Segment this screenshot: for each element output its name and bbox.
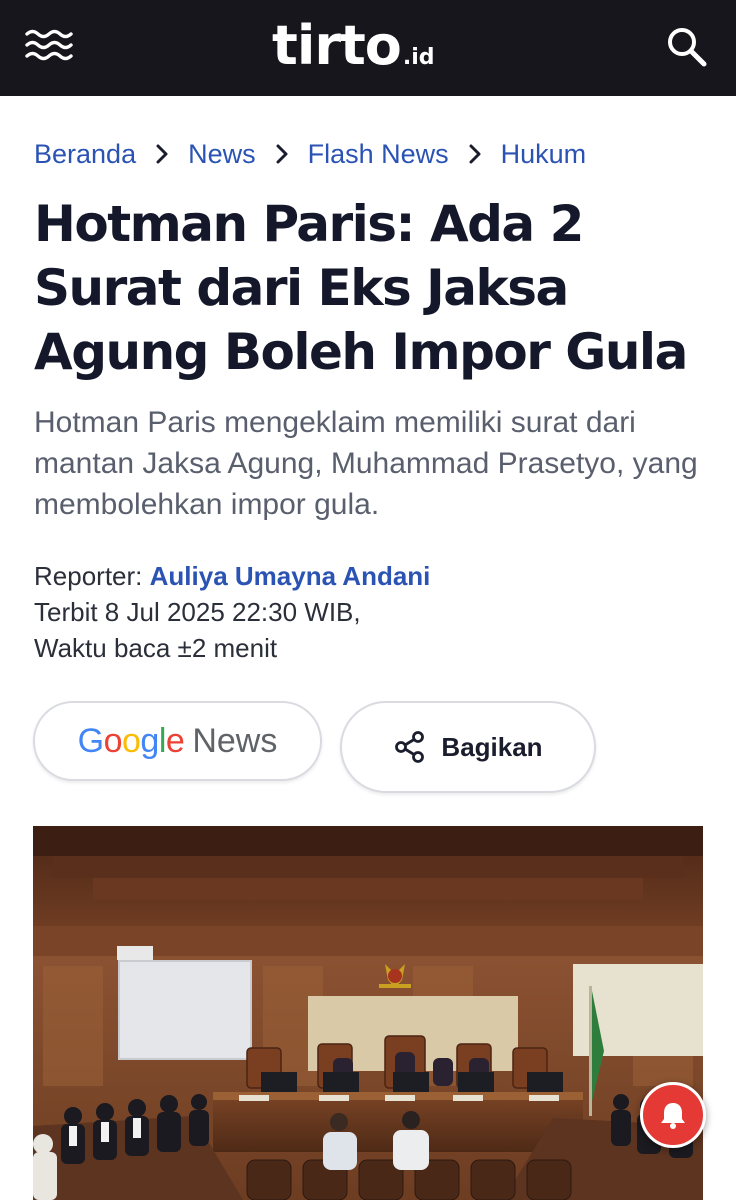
breadcrumb-flash-news[interactable]: Flash News (308, 139, 449, 170)
article-photo (33, 826, 703, 1200)
hamburger-wave-icon (25, 29, 73, 61)
breadcrumb-beranda[interactable]: Beranda (34, 139, 136, 170)
article-meta: Reporter: Auliya Umayna Andani Terbit 8 … (34, 558, 430, 666)
share-button[interactable]: Bagikan (340, 701, 596, 793)
reporter-name-link[interactable]: Auliya Umayna Andani (150, 561, 431, 591)
logo-main-text: tirto (272, 14, 402, 77)
search-icon (668, 28, 707, 67)
google-news-button[interactable]: Google News (33, 701, 322, 781)
article-title: Hotman Paris: Ada 2 Surat dari Eks Jaksa… (34, 195, 688, 381)
reporter-line: Reporter: Auliya Umayna Andani (34, 558, 430, 594)
search-button[interactable] (664, 24, 710, 70)
read-time: Waktu baca ±2 menit (34, 633, 278, 663)
logo-suffix-text: .id (402, 45, 435, 70)
notification-button[interactable] (640, 1082, 706, 1148)
site-logo[interactable]: tirto .id (272, 14, 435, 78)
chevron-right-icon (462, 136, 488, 172)
breadcrumb: Beranda News Flash News Hukum (34, 136, 586, 172)
bell-icon (661, 1103, 685, 1129)
menu-button[interactable] (24, 26, 74, 70)
publish-date: Terbit 8 Jul 2025 22:30 WIB, (34, 597, 361, 627)
courtroom-photo (33, 826, 703, 1200)
top-navigation-bar: tirto .id (0, 0, 736, 96)
share-icon (395, 731, 425, 763)
google-logo-text: Google (77, 721, 185, 760)
breadcrumb-news[interactable]: News (188, 139, 256, 170)
share-label: Bagikan (441, 731, 543, 762)
article-subtitle: Hotman Paris mengeklaim memiliki surat d… (34, 406, 698, 521)
chevron-right-icon (149, 136, 175, 172)
chevron-right-icon (269, 136, 295, 172)
reporter-label: Reporter: (34, 561, 143, 591)
breadcrumb-hukum[interactable]: Hukum (501, 139, 587, 170)
google-news-label: News (192, 721, 278, 760)
